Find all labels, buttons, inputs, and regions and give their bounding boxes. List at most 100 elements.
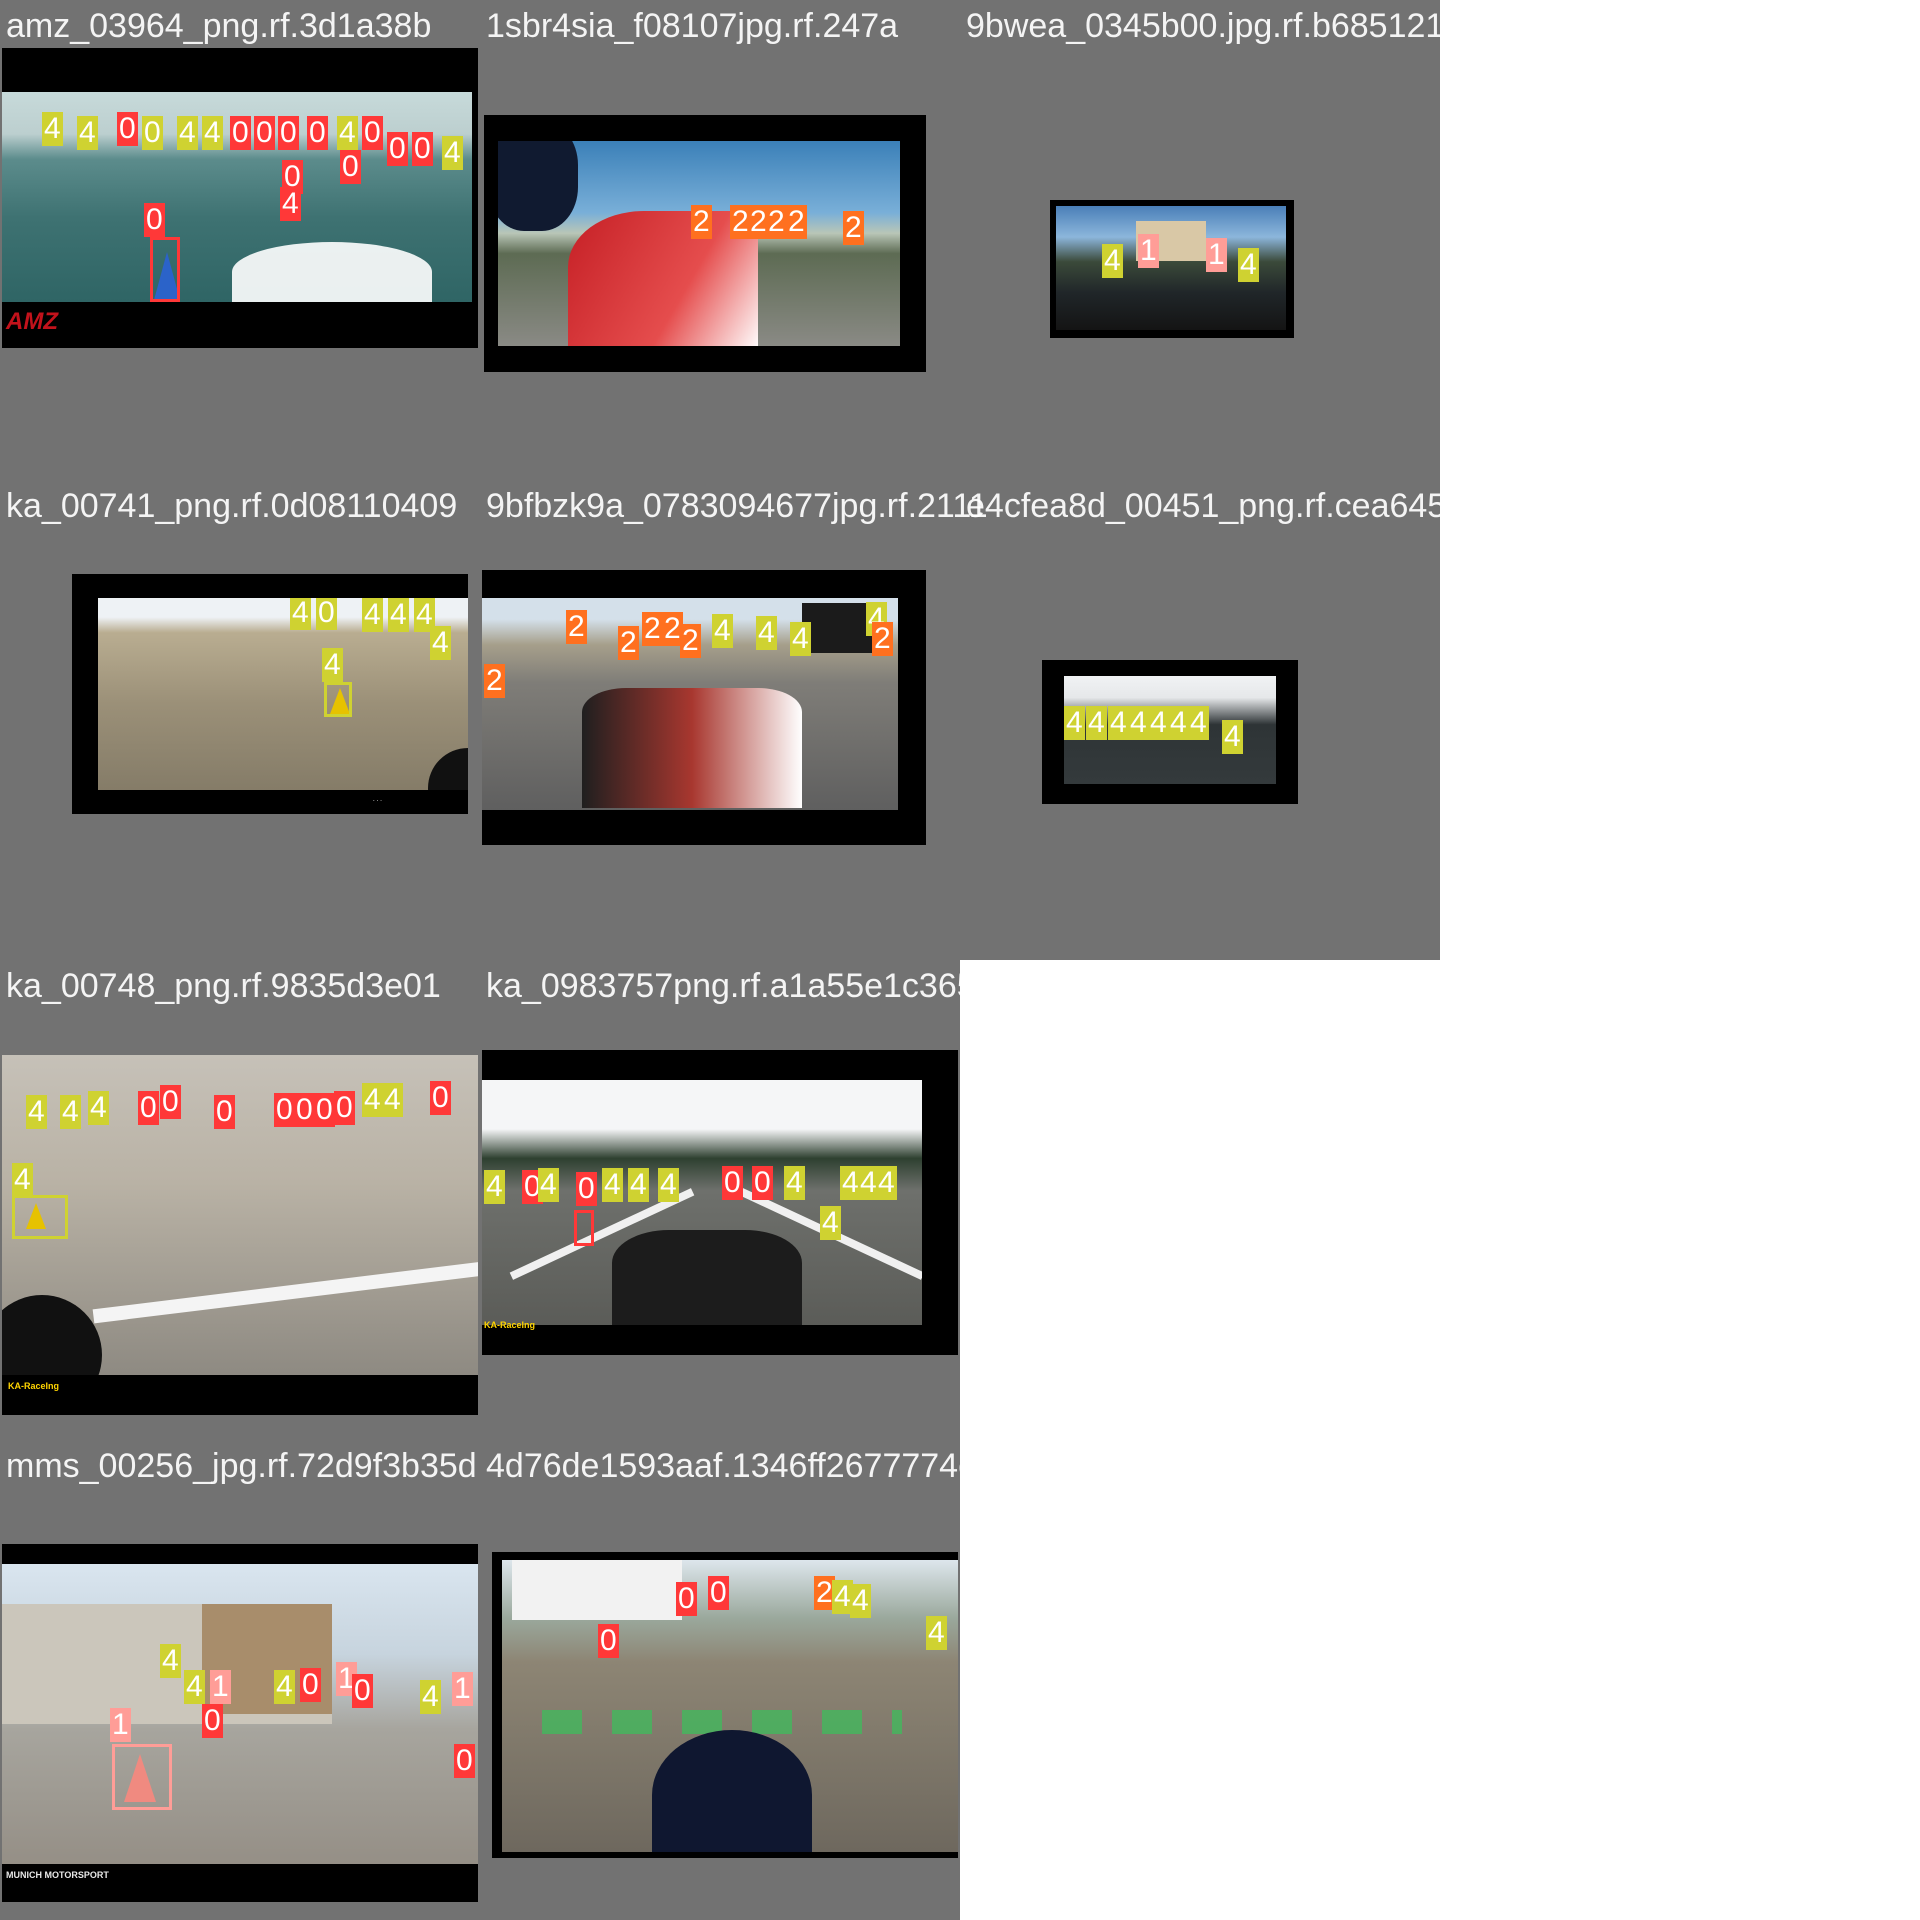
label-2: 2 bbox=[566, 610, 587, 644]
car-wheel bbox=[428, 748, 468, 790]
team-logo: KA-RaceIng bbox=[484, 1320, 536, 1330]
label-row-top: 0 bbox=[117, 112, 138, 146]
tile-background: 0 4 4 0 0 4 4 0 0 0 0 4 0 0 0 4 0 0 4 AM… bbox=[0, 0, 480, 480]
mosaic-tile: 4 4 0 4 4 4 4 ... ka_00741_png.rf.0d0811… bbox=[0, 480, 480, 960]
label-0: 0 bbox=[316, 598, 337, 630]
label-4: 4 bbox=[1086, 706, 1107, 740]
label-4: 4 bbox=[1128, 706, 1149, 740]
label-0: 0 bbox=[314, 1093, 335, 1127]
label-row-top: 4 bbox=[337, 116, 358, 150]
label-row-top: 4 bbox=[77, 116, 98, 150]
tire-stack bbox=[802, 603, 872, 653]
label-4: 4 bbox=[820, 1206, 841, 1240]
label-4: 4 bbox=[388, 598, 409, 632]
label-4: 4 bbox=[1222, 720, 1243, 754]
label-4: 4 bbox=[322, 648, 343, 682]
label-4: 4 bbox=[538, 1168, 559, 1202]
label-0: 0 bbox=[334, 1091, 355, 1125]
lot-scene: 4 4 4 4 0 0 0 0 0 0 0 4 4 0 bbox=[2, 1055, 478, 1375]
tile-background: 2 2 2 2 2 2 4 4 4 4 2 bbox=[480, 480, 960, 960]
label-0: 0 bbox=[300, 1668, 321, 1702]
label-1: 1 bbox=[110, 1708, 131, 1742]
label-1: 1 bbox=[1206, 238, 1227, 272]
label-1: 1 bbox=[1138, 234, 1159, 268]
photo-frame: 0 4 4 0 0 4 4 0 0 0 0 4 0 0 0 4 0 0 4 AM… bbox=[2, 48, 478, 348]
photo-frame: 1 4 4 1 0 4 0 1 0 4 1 0 MUNICH MOTORSPOR… bbox=[2, 1544, 478, 1902]
label-4: 4 bbox=[756, 616, 777, 650]
label-4: 4 bbox=[274, 1670, 295, 1704]
mosaic-tile: 2 2 2 2 2 2 4 4 4 4 2 9bfbzk9a_078309467… bbox=[480, 480, 988, 960]
label-4: 4 bbox=[382, 1083, 403, 1117]
label-2: 2 bbox=[691, 205, 712, 239]
label-0: 0 bbox=[752, 1166, 773, 1200]
mosaic-tile: 4 1 1 4 9bwea_0345b00.jpg.rf.b685121c858… bbox=[960, 0, 1717, 480]
photo-frame: 2 2 2 2 2 2 bbox=[484, 115, 926, 372]
label-0: 0 bbox=[214, 1095, 235, 1129]
label-2: 2 bbox=[843, 211, 864, 245]
label-row-top: 0 bbox=[142, 116, 163, 150]
label-4: 4 bbox=[658, 1168, 679, 1202]
track-scene: 2 2 2 2 2 2 bbox=[498, 141, 900, 346]
car-wheel bbox=[2, 1295, 102, 1375]
label-4: 4 bbox=[430, 626, 451, 660]
tile-background: 1 4 4 1 0 4 0 1 0 4 1 0 MUNICH MOTORSPOR… bbox=[0, 1440, 480, 1920]
label-0: 0 bbox=[294, 1093, 315, 1127]
label-0: 0 bbox=[430, 1081, 451, 1115]
label-4: 4 bbox=[926, 1616, 947, 1650]
label-0: 0 bbox=[274, 1093, 295, 1127]
photo-frame: 4 4 0 4 4 4 4 ... bbox=[72, 574, 468, 814]
tile-background: 2 2 2 2 2 2 bbox=[480, 0, 960, 480]
track-scene: 4 0 4 0 4 4 4 0 0 4 4 4 4 4 bbox=[482, 1080, 922, 1325]
label-row-top: 0 bbox=[362, 116, 383, 150]
label-row-top: 0 bbox=[278, 116, 299, 150]
label-row-top: 0 bbox=[230, 116, 251, 150]
tile-background: 4 4 4 4 0 0 0 0 0 0 0 4 4 0 KA-RaceIng bbox=[0, 960, 480, 1440]
label-2: 2 bbox=[484, 664, 505, 698]
label-0: 0 bbox=[708, 1576, 729, 1610]
car-nose bbox=[232, 242, 432, 302]
car-body bbox=[612, 1230, 802, 1325]
box-cone-1 bbox=[112, 1744, 172, 1810]
label-4: 4 bbox=[1108, 706, 1129, 740]
mosaic-tile: 0 4 4 0 0 4 4 0 0 0 0 4 0 0 0 4 0 0 4 AM… bbox=[0, 0, 480, 480]
label-1: 1 bbox=[452, 1672, 473, 1706]
photo-frame: 4 0 4 0 4 4 4 0 0 4 4 4 4 4 KA-RaceIng bbox=[482, 1050, 958, 1355]
tile-background: 4 4 0 4 4 4 4 ... bbox=[0, 480, 480, 960]
cockpit-scene: 2 2 2 2 2 2 4 4 4 4 2 bbox=[482, 598, 898, 810]
label-2: 2 bbox=[680, 624, 701, 658]
label-4: 4 bbox=[1188, 706, 1209, 740]
label-0: 0 bbox=[160, 1085, 181, 1119]
tile-background: 0 0 0 2 4 4 4 bbox=[480, 1440, 960, 1920]
label-row-top: 0 bbox=[412, 132, 433, 166]
mosaic-tile: 1 4 4 1 0 4 0 1 0 4 1 0 MUNICH MOTORSPOR… bbox=[0, 1440, 480, 1920]
label-0: 0 bbox=[454, 1744, 475, 1778]
label-4: 4 bbox=[784, 1166, 805, 1200]
label-4: 4 bbox=[602, 1168, 623, 1202]
label-0: 0 bbox=[138, 1091, 159, 1125]
label-4: 4 bbox=[484, 1170, 505, 1204]
label-row-top: 0 bbox=[307, 116, 328, 150]
label-row-top: 4 bbox=[177, 116, 198, 150]
label-row-top: 4 bbox=[42, 112, 63, 146]
tile-background: 4 4 4 4 4 4 4 4 bbox=[960, 480, 1440, 960]
box-cone-4 bbox=[12, 1195, 68, 1239]
label-0: 0 bbox=[144, 203, 165, 237]
camera-stamp: ... bbox=[372, 796, 383, 803]
label-4: 4 bbox=[362, 598, 383, 632]
label-0: 0 bbox=[576, 1172, 597, 1206]
label-4: 4 bbox=[1238, 248, 1259, 282]
mosaic-tile: 4 4 4 4 0 0 0 0 0 0 0 4 4 0 KA-RaceIng k… bbox=[0, 960, 480, 1440]
label-0: 0 bbox=[598, 1624, 619, 1658]
label-4: 4 bbox=[790, 622, 811, 656]
team-logo: MUNICH MOTORSPORT bbox=[6, 1870, 109, 1880]
label-4: 4 bbox=[60, 1095, 81, 1129]
label-4: 4 bbox=[850, 1584, 871, 1618]
mosaic-tile: 4 4 4 4 4 4 4 4 e4cfea8d_00451_png.rf.ce… bbox=[960, 480, 1652, 960]
label-2: 2 bbox=[872, 622, 893, 656]
label-4: 4 bbox=[712, 614, 733, 648]
mosaic-tile: 0 0 0 2 4 4 4 4d76de1593aaf.1346ff267777… bbox=[480, 1440, 1107, 1920]
lot-scene: 4 4 0 4 4 4 4 bbox=[98, 598, 468, 790]
label-0: 0 bbox=[202, 1704, 223, 1738]
photo-frame: 4 4 4 4 4 4 4 4 bbox=[1042, 660, 1298, 804]
label-2: 2 bbox=[642, 612, 663, 646]
